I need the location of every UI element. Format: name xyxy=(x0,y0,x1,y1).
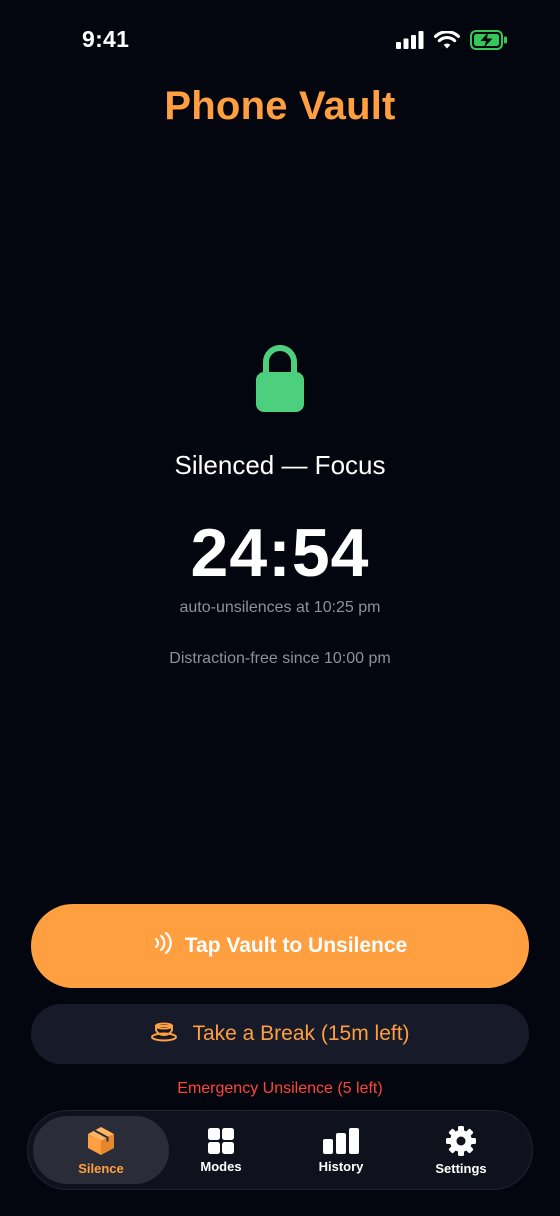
cellular-signal-icon xyxy=(396,31,424,49)
screen: 9:41 Phone Vault Silenced — Focus 24:54 … xyxy=(0,0,560,1216)
tab-label: Silence xyxy=(78,1160,124,1176)
tab-modes[interactable]: Modes xyxy=(153,1116,289,1184)
bar-chart-icon xyxy=(322,1127,360,1155)
take-break-button[interactable]: Take a Break (15m left) xyxy=(31,1004,529,1064)
tap-vault-unsilence-label: Tap Vault to Unsilence xyxy=(184,934,408,957)
tap-vault-unsilence-button[interactable]: Tap Vault to Unsilence xyxy=(31,904,529,988)
status-time: 9:41 xyxy=(82,26,130,52)
gear-icon xyxy=(445,1125,477,1157)
distraction-free-since-text: Distraction-free since 10:00 pm xyxy=(169,650,391,667)
auto-unsilence-text: auto-unsilences at 10:25 pm xyxy=(179,599,381,616)
app-title: Phone Vault xyxy=(164,84,396,128)
take-break-label: Take a Break (15m left) xyxy=(192,1022,410,1045)
battery-charging-icon xyxy=(470,30,508,50)
tab-settings[interactable]: Settings xyxy=(393,1116,529,1184)
session-status: Silenced — Focus xyxy=(174,450,386,480)
status-bar: 9:41 xyxy=(0,0,560,84)
emergency-unsilence-link[interactable]: Emergency Unsilence (5 left) xyxy=(0,1080,560,1098)
lock-icon xyxy=(254,344,306,414)
tab-label: History xyxy=(318,1158,364,1174)
tab-label: Settings xyxy=(435,1160,487,1176)
wifi-icon xyxy=(434,30,460,50)
box-icon xyxy=(85,1125,117,1157)
grid-icon xyxy=(207,1127,235,1155)
status-icons xyxy=(396,30,508,50)
nfc-tap-icon xyxy=(153,931,173,961)
tab-label: Modes xyxy=(200,1158,242,1174)
countdown-timer: 24:54 xyxy=(190,515,370,591)
tab-bar: Silence Modes History Settings xyxy=(27,1110,533,1190)
coffee-cup-icon xyxy=(150,1020,178,1048)
tab-silence[interactable]: Silence xyxy=(33,1116,169,1184)
tab-history[interactable]: History xyxy=(273,1116,409,1184)
